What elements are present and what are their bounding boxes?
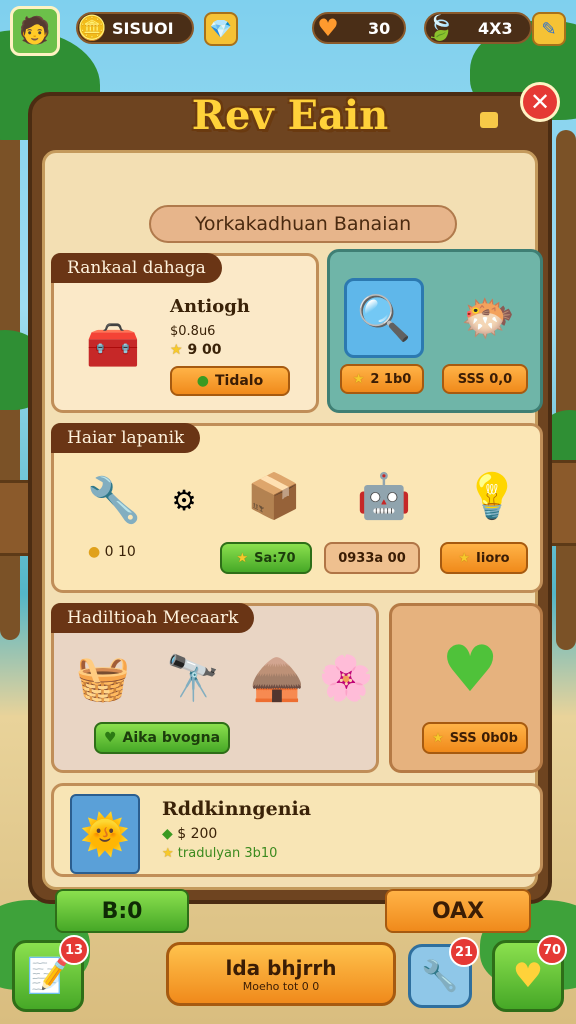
gadget-bundle-icon: 🔧 <box>86 475 142 526</box>
coin-value: SISUOI <box>112 18 174 38</box>
flower-pot-icon: 🌸 <box>318 653 374 704</box>
book-offer-subline: ★ tradulyan 3b10 <box>162 846 278 861</box>
treasure-chest-icon: 🧺 <box>75 653 131 704</box>
wooden-crate-icon: 📦 <box>246 471 302 522</box>
panel-subtitle: Yorkakadhuan Banaian <box>149 205 457 243</box>
section-book-offer: 🌞 Rddkinngenia ◆ $ 200 ★ tradulyan 3b10 <box>51 783 543 877</box>
star-icon: ★ <box>162 846 174 861</box>
desk-merchant-icon: 🧰 <box>85 320 141 371</box>
green-heart-icon: ♥ <box>441 633 499 707</box>
notes-button[interactable]: 📝 13 <box>12 935 89 1012</box>
green-leaf-icon: 🍃 <box>425 14 455 42</box>
coin-icon: ● <box>88 544 101 560</box>
leaf-value: 4X3 <box>478 18 513 38</box>
star-icon: ★ <box>352 371 365 387</box>
star-icon: ★ <box>432 730 444 746</box>
top-resource-bar: 🧑 🪙 SISUOI 💎 ♥ 30 🍃 4X3 ✎ <box>0 0 576 60</box>
orange-heart-icon: ♥ <box>317 14 339 42</box>
section-featured-tab: Rankaal dahaga <box>51 253 222 283</box>
golden-creature-icon: 🐡 <box>460 293 516 344</box>
heart-shop-badge: 70 <box>537 935 567 965</box>
featured-item-price: $0.8u6 <box>170 324 216 339</box>
gem-button[interactable]: 💎 <box>204 12 238 46</box>
leaf-icon: ● <box>196 373 209 389</box>
main-play-button[interactable]: lda bhjrrh Moeho tot 0 0 <box>166 942 396 1006</box>
blue-robot-icon: 🤖 <box>356 471 412 522</box>
section-market-tab: Hadiltioah Mecaark <box>51 603 255 633</box>
golden-lamp-icon: 💡 <box>464 471 520 522</box>
close-icon: ✕ <box>529 88 551 116</box>
pencil-icon: ✎ <box>541 18 557 40</box>
section-market-offer: ♥ ★ SSS 0b0b <box>389 603 543 773</box>
offer-b-buy-button[interactable]: SSS 0,0 <box>442 364 528 394</box>
tiki-hut-icon: 🛖 <box>249 653 305 704</box>
pause-indicator <box>480 112 498 128</box>
player-avatar[interactable]: 🧑 <box>10 6 60 56</box>
heart-shop-icon: ♥ <box>512 956 544 996</box>
coin-counter: 🪙 SISUOI <box>76 12 194 44</box>
featured-item-name: Antiogh <box>170 296 250 317</box>
green-heart-small-icon: ♥ <box>103 730 117 746</box>
panel-title: Rev Eain <box>191 92 389 139</box>
shop-panel: Rev Eain ✕ Yorkakadhuan Banaian Rankaal … <box>28 82 560 933</box>
crate-buy-button[interactable]: ★ Sa:70 <box>220 542 312 574</box>
blue-gem-icon: 💎 <box>209 18 233 40</box>
featured-buy-button[interactable]: ● Tidalo <box>170 366 290 396</box>
notes-badge: 13 <box>59 935 89 965</box>
leaf-counter: 🍃 4X3 <box>424 12 532 44</box>
offer-a-buy-button[interactable]: ★ 2 1b0 <box>340 364 424 394</box>
star-icon: ★ <box>236 550 249 566</box>
left-action-button[interactable]: B:0 <box>55 889 189 933</box>
magnifier-badge-icon: 🔍 <box>344 278 424 358</box>
section-hardware-tab: Haiar lapanik <box>51 423 201 453</box>
market-buy-button[interactable]: ♥ Aika bvogna <box>94 722 230 754</box>
telescope-icon: 🔭 <box>165 653 221 704</box>
heart-value: 30 <box>368 18 391 38</box>
panel-body: Yorkakadhuan Banaian Rankaal dahaga 🧰 An… <box>42 150 543 933</box>
section-market: Hadiltioah Mecaark 🧺 🔭 🛖 🌸 ♥ Aika bvogna <box>51 603 379 773</box>
heart-shop-button[interactable]: ♥ 70 <box>492 935 567 1012</box>
tools-button[interactable]: 🔧 21 <box>408 937 479 1008</box>
featured-item-stars: ★ 9 00 <box>170 342 222 358</box>
pencil-note-icon: 📝 <box>26 956 70 996</box>
main-play-sublabel: Moeho tot 0 0 <box>242 979 320 993</box>
star-icon: ★ <box>458 550 471 566</box>
heart-counter: ♥ 30 <box>312 12 406 44</box>
leaf-icon: ◆ <box>162 826 173 842</box>
wrench-icon: 🔧 <box>421 958 459 994</box>
section-hardware: Haiar lapanik 🔧 ⚙ ● 0 10 📦 🤖 💡 ★ Sa:70 0… <box>51 423 543 593</box>
sun-book-icon: 🌞 <box>70 794 140 874</box>
close-button[interactable]: ✕ <box>520 82 560 122</box>
tools-badge: 21 <box>449 937 479 967</box>
book-offer-title: Rddkinngenia <box>162 798 312 820</box>
star-icon: ★ <box>170 342 183 358</box>
heart-offer-buy-button[interactable]: ★ SSS 0b0b <box>422 722 528 754</box>
edit-button[interactable]: ✎ <box>532 12 566 46</box>
gold-coin-icon: 🪙 <box>77 14 107 42</box>
lamp-buy-button[interactable]: ★ Iioro <box>440 542 528 574</box>
right-action-button[interactable]: OAX <box>385 889 531 933</box>
section-featured-offers: 🔍 🐡 ★ 2 1b0 SSS 0,0 <box>327 249 543 413</box>
main-play-label: lda bhjrrh <box>225 955 337 980</box>
section-featured: Rankaal dahaga 🧰 Antiogh $0.8u6 ★ 9 00 ●… <box>51 253 319 413</box>
gear-icon: ⚙ <box>171 483 197 517</box>
player-avatar-icon: 🧑 <box>18 16 52 46</box>
book-offer-price: ◆ $ 200 <box>162 826 218 842</box>
robot-buy-button[interactable]: 0933a 00 <box>324 542 420 574</box>
hardware-coins: ● 0 10 <box>88 544 136 560</box>
